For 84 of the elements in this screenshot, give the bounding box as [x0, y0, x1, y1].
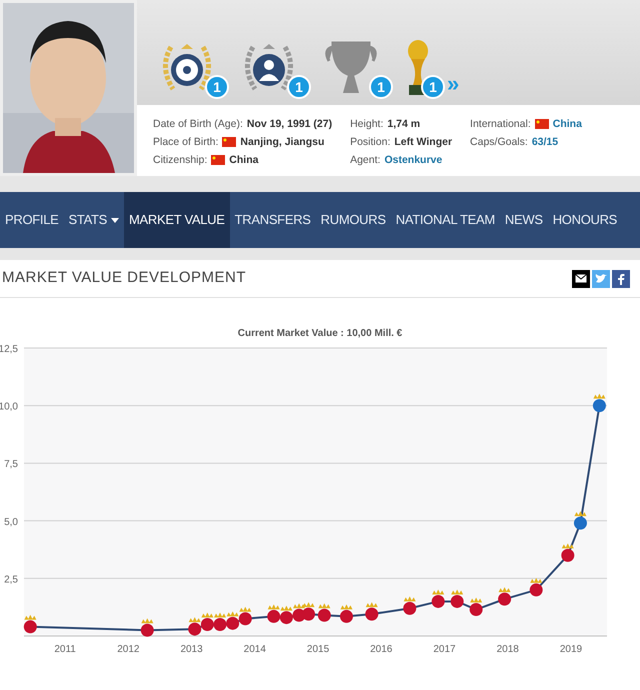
info-link[interactable]: China: [552, 115, 582, 133]
info-label: International:: [470, 117, 531, 132]
flag-icon: [534, 119, 549, 129]
club-crest-marker[interactable]: [470, 603, 483, 616]
info-label: Place of Birth:: [153, 135, 218, 150]
flag-icon: [222, 137, 236, 147]
info-value: 1,74 m: [387, 117, 420, 132]
info-label: Citizenship:: [153, 153, 208, 168]
count-badge: 1: [287, 75, 311, 99]
crown-icon: [318, 603, 330, 608]
x-tick-label: 2016: [370, 644, 392, 655]
club-crest-marker[interactable]: [280, 611, 293, 624]
club-crest-marker[interactable]: [318, 608, 331, 622]
club-crest-marker[interactable]: [302, 608, 316, 621]
x-tick-label: 2019: [560, 644, 582, 655]
club-crest-marker[interactable]: [188, 622, 202, 636]
crown-icon: [432, 589, 444, 594]
club-crest-marker[interactable]: [267, 610, 280, 623]
flag-icon: [211, 155, 226, 165]
y-tick-label: 5,0: [4, 516, 18, 528]
info-label: Position:: [350, 135, 390, 150]
x-tick-label: 2018: [496, 644, 519, 655]
crown-icon: [498, 587, 511, 592]
y-tick-label: 7,5: [4, 459, 18, 470]
crown-icon: [141, 618, 154, 624]
club-crest-marker[interactable]: [561, 548, 574, 562]
club-crest-marker[interactable]: [498, 592, 512, 606]
nav-tab[interactable]: HONOURS: [548, 192, 622, 248]
x-tick-label: 2011: [54, 644, 76, 655]
info-label: Height:: [350, 117, 384, 132]
count-badge: 1: [421, 75, 445, 99]
x-tick-label: 2017: [433, 644, 456, 655]
info-link[interactable]: Ostenkurve: [384, 151, 442, 169]
nav-tab[interactable]: RUMOURS: [316, 192, 391, 248]
info-value: Nov 19, 1991 (27): [246, 117, 332, 132]
crown-icon: [530, 578, 542, 583]
club-crest-marker[interactable]: [24, 620, 37, 634]
crown-icon: [451, 589, 464, 594]
nav-tab[interactable]: TRANSFERS: [230, 192, 316, 248]
email-share-icon[interactable]: [572, 270, 590, 288]
club-crest-marker[interactable]: [140, 624, 154, 637]
nav-tab[interactable]: NATIONAL TEAM: [390, 192, 500, 248]
club-crest-marker[interactable]: [530, 583, 543, 596]
club-crest-marker[interactable]: [200, 618, 214, 631]
facebook-share-icon[interactable]: [612, 270, 630, 288]
chart-title: Current Market Value : 10,00 Mill. €: [238, 327, 402, 341]
section-title: MARKET VALUE DEVELOPMENT: [1, 268, 246, 288]
x-tick-label: 2013: [180, 644, 203, 655]
x-tick-label: 2014: [244, 644, 266, 655]
club-crest-marker[interactable]: [214, 618, 227, 631]
info-value: Nanjing, Jiangsu: [240, 135, 324, 150]
nav-tab[interactable]: STATS: [64, 192, 124, 248]
club-crest-marker[interactable]: [450, 594, 464, 608]
club-crest-marker[interactable]: [238, 612, 252, 626]
crown-icon: [593, 394, 606, 399]
info-value: China: [229, 153, 258, 168]
club-crest-marker[interactable]: [340, 610, 353, 623]
nav-tab[interactable]: NEWS: [500, 192, 548, 248]
count-badge: 1: [369, 75, 393, 99]
x-tick-label: 2012: [117, 644, 140, 655]
info-value: Left Winger: [394, 135, 452, 150]
crown-icon: [24, 614, 36, 620]
crown-icon: [366, 602, 378, 608]
count-badge: 1: [205, 75, 229, 99]
club-crest-marker[interactable]: [403, 602, 416, 615]
info-label: Date of Birth (Age):: [153, 117, 243, 132]
info-label: Caps/Goals:: [470, 135, 528, 150]
crown-icon: [340, 604, 352, 610]
club-crest-marker[interactable]: [226, 616, 240, 630]
club-crest-marker[interactable]: [432, 594, 445, 608]
nav-tab[interactable]: PROFILE: [0, 192, 64, 248]
crown-icon: [562, 543, 574, 548]
crown-icon: [404, 596, 416, 602]
caret-icon: [111, 218, 119, 222]
nav-tab[interactable]: MARKET VALUE: [124, 192, 230, 248]
crown-icon: [470, 598, 482, 602]
club-crest-marker[interactable]: [365, 608, 378, 621]
club-crest-marker[interactable]: [592, 399, 606, 412]
crown-icon: [574, 511, 586, 516]
info-link[interactable]: 63/15: [532, 133, 558, 151]
club-crest-marker[interactable]: [574, 516, 587, 530]
y-tick-label: 2,5: [4, 574, 18, 586]
info-label: Agent:: [350, 153, 380, 168]
x-tick-label: 2015: [306, 644, 330, 655]
